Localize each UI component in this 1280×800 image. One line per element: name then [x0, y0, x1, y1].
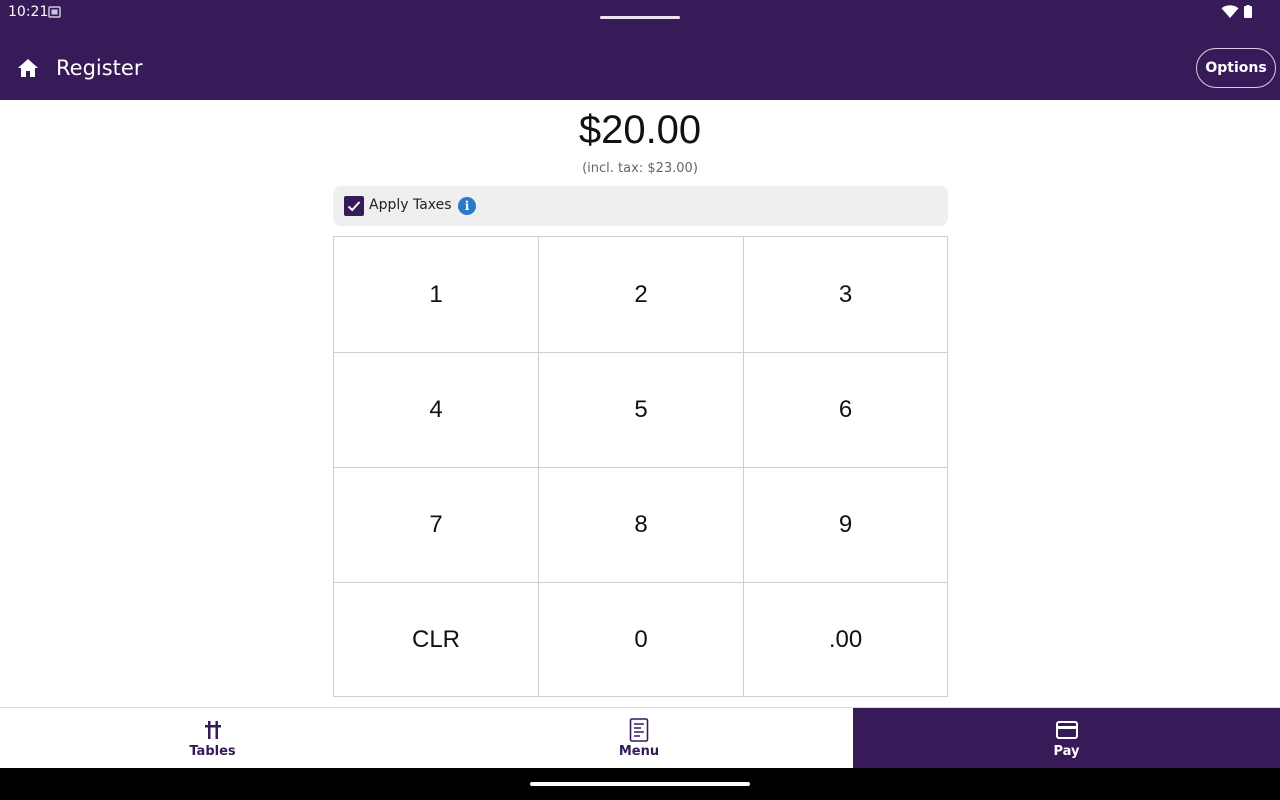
- wifi-icon: [1221, 5, 1239, 18]
- credit-card-icon: [1055, 721, 1078, 739]
- battery-icon: [1244, 5, 1252, 18]
- options-button[interactable]: Options: [1196, 48, 1276, 88]
- home-icon: [18, 59, 38, 77]
- system-navigation-bar: [0, 768, 1280, 800]
- app-header: 10:21 Register Options: [0, 0, 1280, 100]
- apply-taxes-checkbox[interactable]: [344, 196, 364, 216]
- screenshot-icon: [48, 6, 61, 18]
- keypad: 1 2 3 4 5 6 7 8 9 CLR 0 .00: [333, 236, 948, 697]
- key-6[interactable]: 6: [744, 353, 947, 468]
- key-3[interactable]: 3: [744, 237, 947, 353]
- nav-tables-label: Tables: [189, 744, 236, 759]
- apply-taxes-row[interactable]: Apply Taxes i: [333, 186, 948, 226]
- nav-menu-label: Menu: [618, 744, 660, 759]
- status-time: 10:21: [8, 4, 49, 20]
- amount-display: $20.00: [578, 108, 702, 152]
- bottom-navigation: Tables Menu Pay: [0, 707, 1280, 769]
- key-clear[interactable]: CLR: [334, 583, 539, 696]
- key-double-zero[interactable]: .00: [744, 583, 947, 696]
- nav-menu[interactable]: Menu: [425, 708, 853, 769]
- page-title: Register: [56, 56, 143, 80]
- key-2[interactable]: 2: [539, 237, 744, 353]
- nav-pay-label: Pay: [1053, 744, 1080, 759]
- key-9[interactable]: 9: [744, 468, 947, 583]
- menu-icon: [629, 718, 649, 742]
- key-4[interactable]: 4: [334, 353, 539, 468]
- key-8[interactable]: 8: [539, 468, 744, 583]
- key-0[interactable]: 0: [539, 583, 744, 696]
- nav-pay[interactable]: Pay: [853, 708, 1280, 769]
- key-5[interactable]: 5: [539, 353, 744, 468]
- checkmark-icon: [347, 201, 361, 212]
- home-gesture-handle[interactable]: [530, 782, 750, 786]
- nav-tables[interactable]: Tables: [0, 708, 425, 769]
- drag-handle[interactable]: [600, 16, 680, 19]
- info-icon[interactable]: i: [458, 197, 476, 215]
- key-7[interactable]: 7: [334, 468, 539, 583]
- home-button[interactable]: [14, 54, 42, 82]
- incl-tax-text: (incl. tax: $23.00): [582, 161, 698, 176]
- tables-icon: [204, 721, 221, 739]
- apply-taxes-label: Apply Taxes: [369, 197, 452, 213]
- key-1[interactable]: 1: [334, 237, 539, 353]
